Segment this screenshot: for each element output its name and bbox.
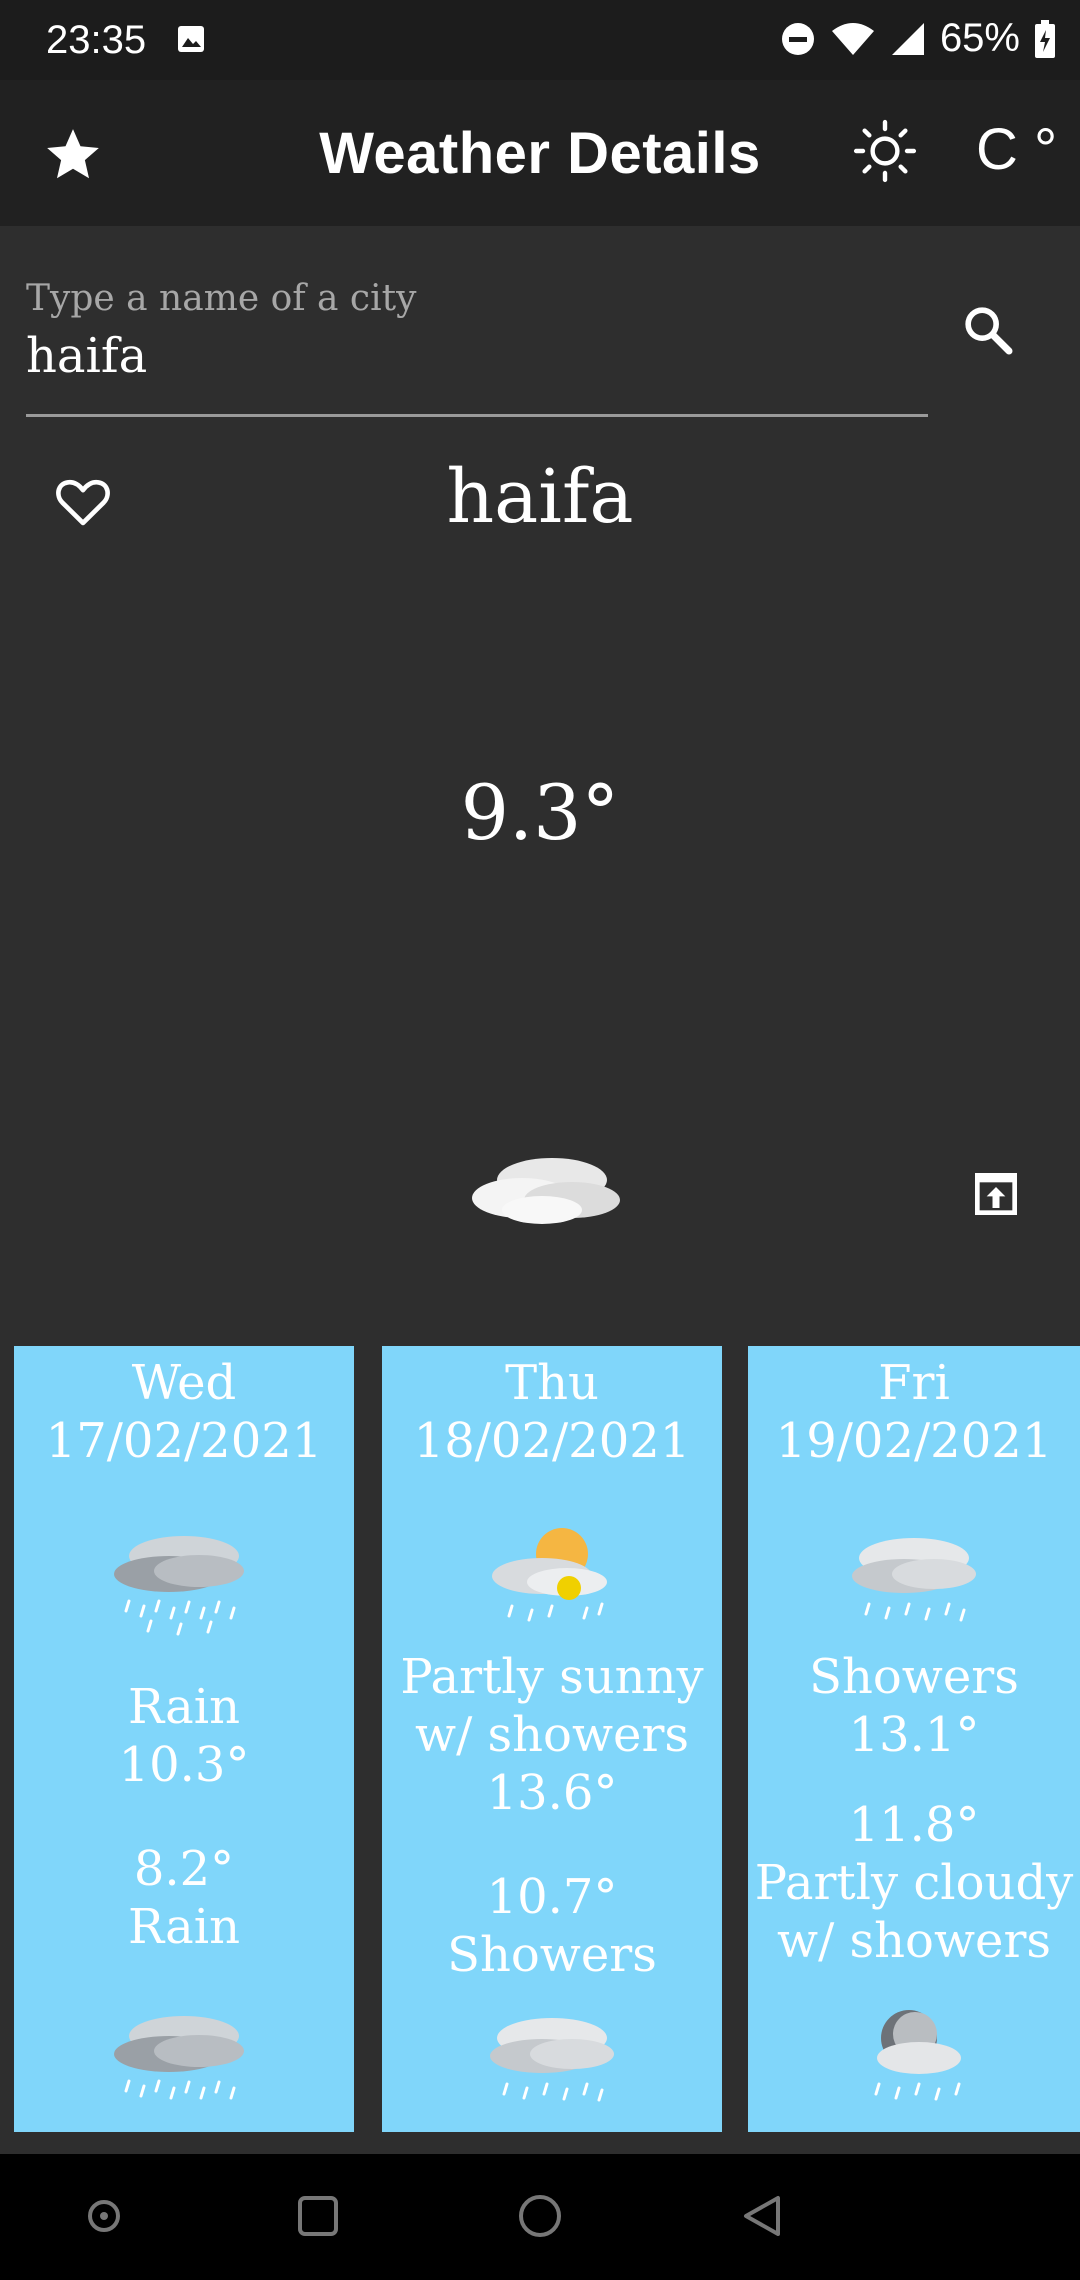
forecast-date: 19/02/2021 xyxy=(775,1413,1053,1469)
forecast-day-condition: Showers xyxy=(809,1649,1019,1705)
forecast-day-temp: 13.6° xyxy=(486,1765,618,1821)
image-notification-icon xyxy=(178,26,204,52)
cloud-icon xyxy=(472,1158,620,1224)
forecast-day-condition: Partly sunny xyxy=(400,1649,704,1705)
rain-icon xyxy=(114,1536,244,1636)
assistant-dot-icon[interactable] xyxy=(84,2196,124,2236)
forecast-day-condition: Rain xyxy=(127,1679,241,1735)
unit-toggle[interactable]: C ° xyxy=(976,116,1057,183)
search-underline xyxy=(26,414,928,417)
forecast-night-condition: Rain xyxy=(127,1899,241,1955)
forecast-day: Wed xyxy=(131,1355,237,1411)
forecast-card-wed: Wed 17/02/2021 Rain 10.3° 8.2° Rain xyxy=(14,1346,354,2132)
forecast-card-fri: Fri 19/02/2021 Showers 13.1° 11.8° Partl… xyxy=(748,1346,1080,2132)
forecast-night-condition: Partly cloudy xyxy=(754,1855,1074,1911)
forecast-night-condition: Showers xyxy=(447,1927,657,1983)
showers-icon xyxy=(490,2018,614,2102)
dnd-icon xyxy=(781,22,814,55)
forecast-day: Fri xyxy=(878,1355,950,1411)
status-time: 23:35 xyxy=(46,18,147,62)
recents-square-icon[interactable] xyxy=(296,2194,340,2238)
signal-icon xyxy=(891,22,924,55)
current-temperature: 9.3° xyxy=(460,768,620,857)
partly-sunny-showers-icon xyxy=(492,1528,607,1622)
showers-icon xyxy=(852,1538,976,1622)
forecast-card-thu: Thu 18/02/2021 Partly sunny w/ showers 1… xyxy=(382,1346,722,2132)
home-circle-icon[interactable] xyxy=(516,2192,564,2240)
search-icon[interactable] xyxy=(960,302,1016,358)
forecast-night-temp: 11.8° xyxy=(848,1797,980,1853)
battery-icon xyxy=(1035,19,1055,58)
status-bar: 23:35 65% xyxy=(0,0,1080,80)
forecast-date: 17/02/2021 xyxy=(45,1413,323,1469)
system-nav-bar xyxy=(0,2154,1080,2280)
search-hint: Type a name of a city xyxy=(26,278,417,319)
back-triangle-icon[interactable] xyxy=(740,2194,784,2238)
forecast-date: 18/02/2021 xyxy=(413,1413,691,1469)
city-name: haifa xyxy=(446,454,634,540)
wifi-icon xyxy=(831,22,874,55)
page-title: Weather Details xyxy=(319,121,761,186)
share-icon[interactable] xyxy=(968,1166,1024,1222)
forecast-day-temp: 10.3° xyxy=(118,1737,250,1793)
forecast-night-temp: 10.7° xyxy=(486,1869,618,1925)
night-cloudy-showers-icon xyxy=(874,2010,961,2101)
forecast-day-temp: 13.1° xyxy=(848,1707,980,1763)
search-input[interactable]: haifa xyxy=(26,328,147,384)
rain-icon xyxy=(114,2016,244,2100)
battery-percent: 65% xyxy=(939,16,1020,60)
status-right: 65% xyxy=(780,16,1056,61)
forecast-night-condition-line2: w/ showers xyxy=(776,1913,1052,1969)
forecast-night-temp: 8.2° xyxy=(133,1841,235,1897)
forecast-day-condition-line2: w/ showers xyxy=(414,1707,690,1763)
app-bar: Weather Details C ° xyxy=(0,80,1080,226)
theme-sun-icon[interactable] xyxy=(852,118,918,184)
forecast-day: Thu xyxy=(505,1355,599,1411)
